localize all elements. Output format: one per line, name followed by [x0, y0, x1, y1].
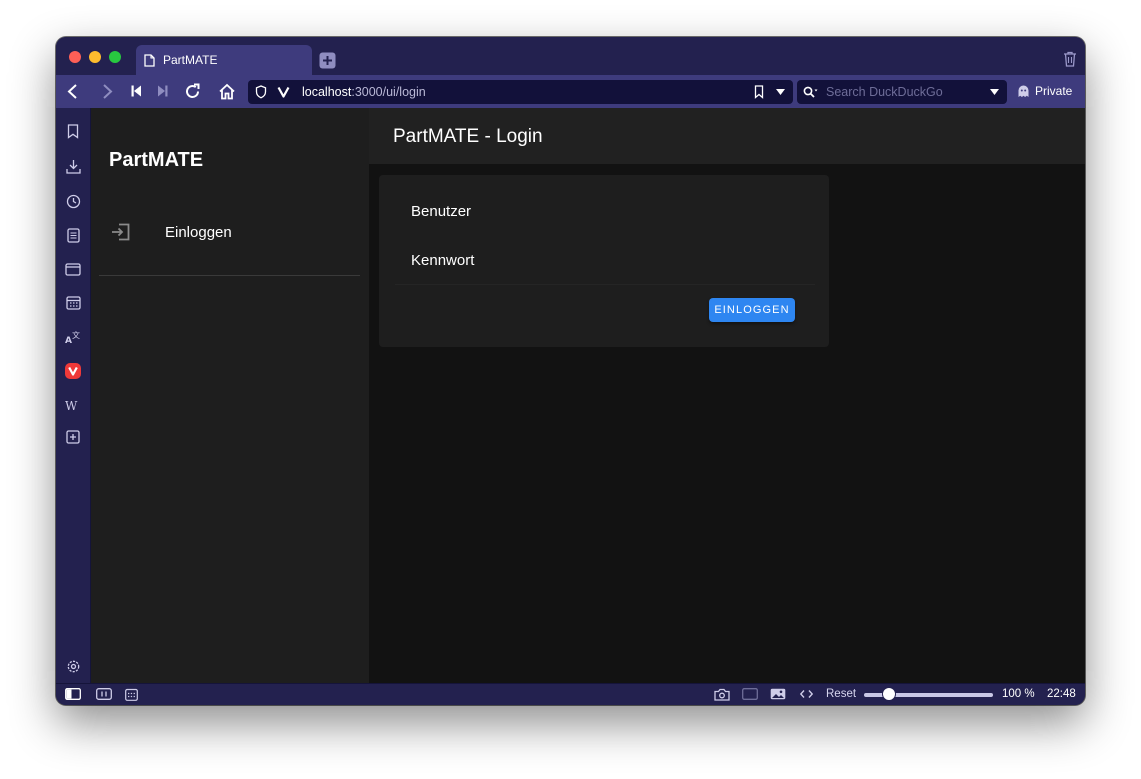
nav-item-label: Einloggen [165, 223, 232, 241]
history-panel-icon[interactable] [65, 193, 81, 209]
translate-panel-icon[interactable]: A文 [65, 329, 81, 345]
panel-toggle-icon[interactable] [65, 688, 81, 700]
close-window-button[interactable] [69, 51, 81, 63]
svg-text:W: W [65, 399, 78, 411]
drawer-title: PartMATE [109, 149, 204, 171]
zoom-level: 100 % [1002, 688, 1035, 700]
side-panel: A文 W [56, 108, 91, 683]
reload-icon [186, 83, 200, 98]
home-icon [219, 83, 235, 100]
svg-text:文: 文 [72, 330, 80, 340]
downloads-panel-icon[interactable] [65, 158, 81, 174]
calendar-panel-icon[interactable] [65, 294, 81, 310]
settings-gear-icon[interactable] [65, 658, 81, 674]
images-icon[interactable] [770, 688, 786, 700]
back-button[interactable] [66, 83, 80, 100]
search-icon [803, 86, 818, 99]
nav-item-einloggen[interactable]: Einloggen [99, 208, 359, 256]
arrow-right-icon [103, 84, 113, 99]
arrow-left-icon [67, 84, 77, 99]
url-dropdown-icon[interactable] [776, 89, 785, 95]
window-panel-icon[interactable] [65, 261, 81, 277]
notes-panel-icon[interactable] [65, 227, 81, 243]
camera-icon[interactable] [714, 688, 730, 701]
svg-text:A: A [65, 336, 72, 344]
browser-window: PartMATE localhost:3000/ui/login Search … [56, 37, 1085, 705]
window-controls [69, 51, 121, 63]
plus-icon [319, 52, 336, 69]
search-placeholder: Search DuckDuckGo [826, 85, 943, 99]
reload-button[interactable] [184, 83, 201, 100]
calendar-status-icon[interactable] [125, 688, 138, 701]
navigation-drawer: PartMATE Einloggen [91, 108, 369, 683]
login-button[interactable]: EINLOGGEN [709, 298, 795, 322]
url-text[interactable]: localhost:3000/ui/login [302, 85, 426, 99]
page-tiling-icon[interactable] [742, 688, 758, 700]
address-bar[interactable]: localhost:3000/ui/login [248, 80, 793, 104]
zoom-slider-handle[interactable] [882, 687, 896, 701]
vivaldi-v-icon [277, 86, 290, 98]
address-toolbar: localhost:3000/ui/login Search DuckDuckG… [56, 75, 1085, 108]
page-icon [144, 53, 155, 67]
url-host: localhost [302, 85, 352, 99]
search-field[interactable]: Search DuckDuckGo [797, 80, 1007, 104]
private-window-indicator: Private [1018, 84, 1072, 98]
web-page: PartMATE Einloggen PartMATE - Login Benu… [91, 108, 1085, 683]
zoom-reset-button[interactable]: Reset [826, 688, 856, 700]
tab-bar: PartMATE [56, 37, 1085, 75]
tab-partmate[interactable]: PartMATE [136, 45, 312, 75]
private-label: Private [1035, 84, 1073, 98]
clock: 22:48 [1047, 688, 1076, 700]
forward-button[interactable] [100, 83, 114, 100]
rewind-icon [131, 85, 141, 97]
card-divider [395, 284, 815, 285]
maximize-window-button[interactable] [109, 51, 121, 63]
tab-title: PartMATE [163, 53, 218, 67]
new-tab-button[interactable] [319, 52, 336, 74]
shield-icon[interactable] [255, 85, 267, 99]
password-field[interactable]: Kennwort [411, 252, 474, 269]
fast-forward-button[interactable] [157, 85, 168, 97]
url-path: :3000/ui/login [351, 85, 426, 99]
tab-tiling-icon[interactable] [96, 688, 112, 700]
ghost-icon [1018, 85, 1029, 98]
login-icon [111, 223, 131, 241]
vivaldi-panel-icon[interactable] [65, 363, 81, 379]
username-field[interactable]: Benutzer [411, 203, 471, 220]
fast-forward-icon [158, 85, 168, 97]
search-engine-dropdown-icon[interactable] [990, 89, 999, 95]
closed-tabs-button[interactable] [1063, 51, 1077, 72]
page-title: PartMATE - Login [393, 126, 543, 147]
minimize-window-button[interactable] [89, 51, 101, 63]
login-card: Benutzer Kennwort EINLOGGEN [379, 175, 829, 347]
rewind-button[interactable] [131, 85, 142, 97]
bookmark-page-icon[interactable] [754, 85, 764, 99]
page-actions-code-icon[interactable] [800, 688, 813, 700]
bookmarks-panel-icon[interactable] [65, 123, 81, 139]
app-bar: PartMATE - Login [369, 108, 1085, 164]
add-panel-icon[interactable] [65, 429, 81, 445]
status-bar: Reset 100 % 22:48 [56, 683, 1085, 705]
home-button[interactable] [218, 83, 236, 100]
wikipedia-panel-icon[interactable]: W [65, 397, 81, 413]
drawer-divider [99, 275, 360, 276]
trash-icon [1064, 51, 1076, 67]
